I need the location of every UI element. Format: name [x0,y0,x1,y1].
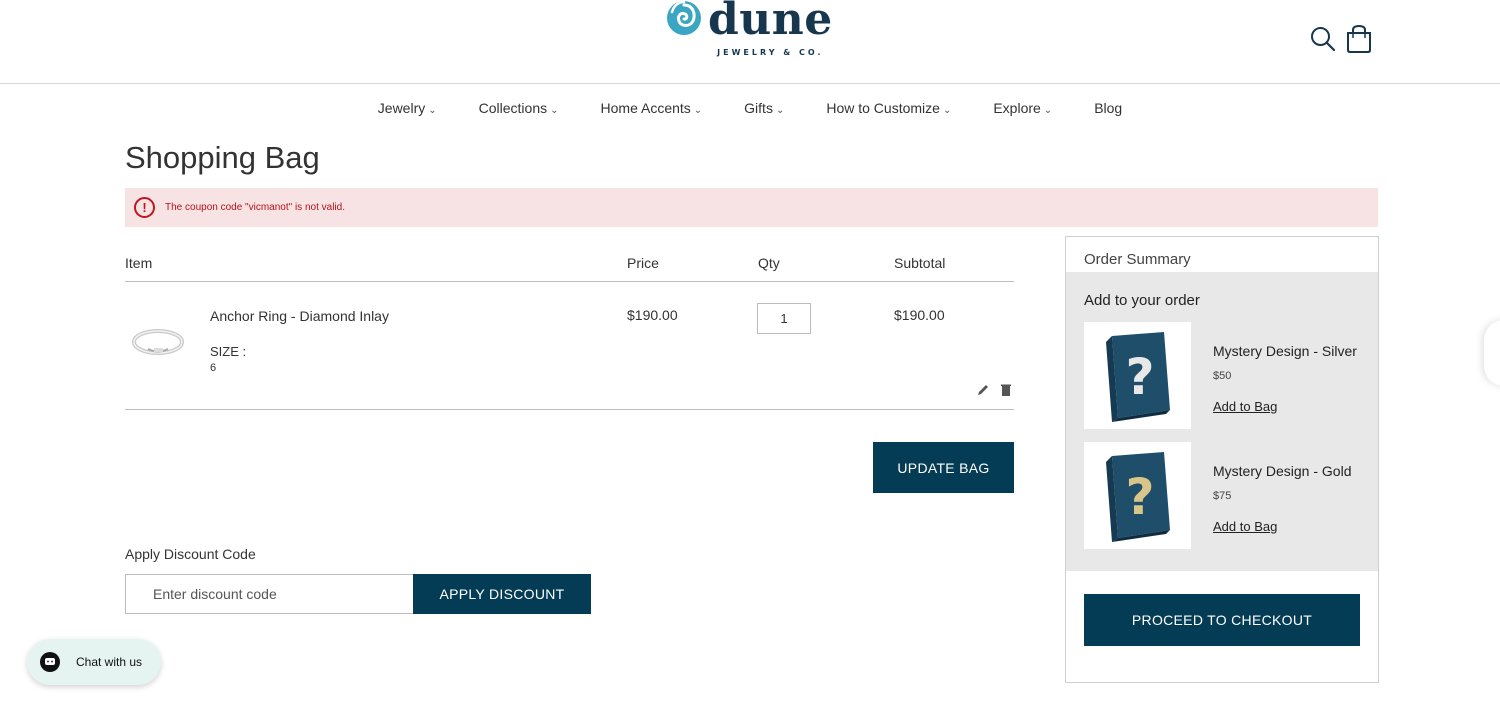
nav-item-label: Jewelry [377,100,426,116]
table-divider [125,409,1014,410]
option-label: SIZE : [210,344,247,359]
nav-item-label: Explore [993,100,1041,116]
apply-discount-button[interactable]: APPLY DISCOUNT [413,574,591,614]
discount-code-input[interactable] [125,574,414,614]
edit-icon[interactable] [976,383,990,397]
brand-logo[interactable]: dune JEWELRY & CO. [666,0,846,60]
chevron-down-icon: ⌄ [775,105,785,116]
cart-button[interactable] [1345,24,1373,54]
update-bag-button[interactable]: UPDATE BAG [873,442,1014,493]
order-summary: Order Summary Add to your order ? Myster… [1065,236,1379,683]
nav-item-label: How to Customize [826,100,940,116]
alert-icon: ! [134,197,155,218]
trash-icon[interactable] [999,383,1013,397]
upsell-product-name[interactable]: Mystery Design - Silver [1213,343,1357,359]
nav-item-gifts[interactable]: Gifts ⌄ [744,96,784,122]
discount-label: Apply Discount Code [125,546,256,562]
option-value: 6 [210,362,217,374]
add-to-bag-link[interactable]: Add to Bag [1213,399,1277,414]
chevron-down-icon: ⌄ [428,105,437,116]
column-header-item: Item [125,255,153,271]
chat-bubble-icon [40,652,60,672]
page-title: Shopping Bag [125,140,320,175]
item-price: $190.00 [627,307,678,323]
logo-wave-icon [667,0,701,35]
nav-item-how-to-customize[interactable]: How to Customize ⌄ [826,96,951,122]
chevron-down-icon: ⌄ [550,105,559,116]
nav-item-label: Home Accents [600,100,691,116]
brand-name: dune [708,0,833,45]
column-header-qty: Qty [758,255,780,271]
svg-text:?: ? [1125,348,1154,406]
mystery-box-icon: ? [1106,452,1170,542]
nav-item-jewelry[interactable]: Jewelry ⌄ [378,96,437,122]
nav-item-label: Collections [478,100,548,116]
add-to-bag-link[interactable]: Add to Bag [1213,519,1277,534]
search-button[interactable] [1309,24,1337,54]
mystery-box-icon: ? [1106,332,1170,422]
product-thumbnail[interactable] [128,318,188,364]
table-divider [125,281,1014,282]
column-header-price: Price [627,255,659,271]
upsell-title: Add to your order [1084,292,1200,309]
upsell-product-image[interactable]: ? [1084,442,1191,549]
alert-message: The coupon code "vicmanot" is not valid. [165,202,345,213]
item-subtotal: $190.00 [894,307,945,323]
svg-text:?: ? [1125,468,1154,526]
order-summary-title: Order Summary [1084,251,1191,268]
proceed-to-checkout-button[interactable]: PROCEED TO CHECKOUT [1084,594,1360,646]
nav-item-collections[interactable]: Collections ⌄ [479,96,559,122]
product-name[interactable]: Anchor Ring - Diamond Inlay [210,308,389,324]
nav-item-blog[interactable]: Blog [1094,96,1122,122]
chevron-down-icon: ⌄ [1043,105,1053,116]
quantity-input[interactable] [757,303,811,334]
chevron-down-icon: ⌄ [693,105,703,116]
site-header: dune JEWELRY & CO. [0,0,1500,84]
chat-label: Chat with us [76,655,143,669]
search-icon [1311,27,1336,52]
shopping-bag-icon [1347,24,1371,53]
side-popup-tab[interactable] [1484,320,1500,386]
chat-widget-button[interactable]: Chat with us [27,639,161,685]
upsell-product-image[interactable]: ? [1084,322,1191,429]
nav-item-label: Gifts [744,100,773,116]
upsell-product-name[interactable]: Mystery Design - Gold [1213,463,1351,479]
column-header-subtotal: Subtotal [894,255,946,271]
brand-tagline: JEWELRY & CO. [717,48,824,57]
coupon-error-alert: ! The coupon code "vicmanot" is not vali… [125,188,1378,227]
chevron-down-icon: ⌄ [942,105,952,116]
upsell-product-price: $75 [1213,490,1232,502]
nav-item-home-accents[interactable]: Home Accents ⌄ [601,96,703,122]
upsell-product-price: $50 [1213,370,1232,382]
nav-item-label: Blog [1094,100,1123,116]
logo-text: dune JEWELRY & CO. [708,0,833,57]
upsell-section: Add to your order ? Mystery Design - Sil… [1066,272,1378,571]
main-navigation: Jewelry ⌄ Collections ⌄ Home Accents ⌄ Gift… [0,96,1500,122]
nav-item-explore[interactable]: Explore ⌄ [993,96,1052,122]
